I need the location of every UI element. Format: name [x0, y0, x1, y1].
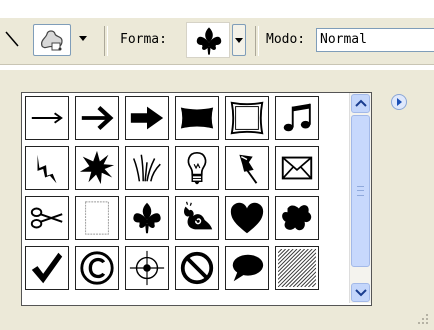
- forma-dropdown-button[interactable]: [232, 24, 246, 56]
- separator: [255, 26, 259, 56]
- shape-frame[interactable]: [225, 96, 269, 140]
- shape-blank-paper[interactable]: [75, 196, 119, 240]
- panel-menu-icon[interactable]: [391, 94, 407, 110]
- music-notes-icon: [283, 103, 311, 132]
- heart-icon: [230, 202, 264, 234]
- no-symbol-icon: [180, 251, 214, 285]
- arrow-bold-icon: [130, 106, 164, 130]
- shape-heart[interactable]: [225, 196, 269, 240]
- shape-diagonal-hatch[interactable]: [275, 246, 319, 290]
- scroll-up-button[interactable]: [351, 94, 370, 113]
- forma-preview[interactable]: [186, 22, 230, 58]
- checkmark-icon: [31, 252, 63, 284]
- options-toolbar: Forma: Modo: Normal: [0, 18, 434, 65]
- splat-icon: [282, 205, 312, 231]
- shape-arrow-thin[interactable]: [25, 96, 69, 140]
- shape-music-notes[interactable]: [275, 96, 319, 140]
- lightbulb-icon: [187, 151, 207, 185]
- chevron-down-icon: [355, 289, 367, 297]
- blank-paper-icon: [85, 201, 109, 235]
- fleur-de-lis-icon: [196, 27, 222, 55]
- shape-speech-bubble[interactable]: [225, 246, 269, 290]
- crosshair-icon: [129, 250, 165, 286]
- shape-banner[interactable]: [175, 96, 219, 140]
- diagonal-hatch-icon: [278, 249, 316, 287]
- shape-arrow-bold[interactable]: [125, 96, 169, 140]
- shape-thumbtack[interactable]: [225, 146, 269, 190]
- starburst-icon: [79, 150, 115, 185]
- envelope-icon: [281, 156, 313, 180]
- grass-icon: [132, 154, 161, 182]
- shape-grid: [21, 92, 372, 306]
- shape-splat[interactable]: [275, 196, 319, 240]
- shape-snail[interactable]: [175, 196, 219, 240]
- chevron-down-icon[interactable]: [79, 36, 87, 41]
- shape-grass[interactable]: [125, 146, 169, 190]
- shape-envelope[interactable]: [275, 146, 319, 190]
- arrow-medium-icon: [81, 105, 114, 131]
- shape-lightning[interactable]: [25, 146, 69, 190]
- snail-icon: [184, 201, 213, 230]
- fleur-de-lis-icon: [133, 202, 161, 234]
- shape-picker-panel: [0, 70, 434, 330]
- shape-fleur-de-lis[interactable]: [125, 196, 169, 240]
- thumbtack-icon: [239, 154, 258, 184]
- shape-grid-scrollbar[interactable]: [349, 93, 371, 303]
- frame-icon: [230, 101, 264, 135]
- copyright-icon: [80, 251, 114, 285]
- grip-icon: [357, 186, 364, 196]
- resize-grip-icon[interactable]: [412, 312, 430, 328]
- lightning-icon: [37, 154, 57, 184]
- arrow-thin-icon: [31, 112, 63, 124]
- shape-copyright[interactable]: [75, 246, 119, 290]
- scissors-icon: [30, 207, 63, 229]
- forma-label: Forma:: [120, 32, 167, 47]
- custom-shape-icon: [41, 30, 63, 51]
- shape-checkmark[interactable]: [25, 246, 69, 290]
- shape-arrow-medium[interactable]: [75, 96, 119, 140]
- speech-bubble-icon: [232, 254, 264, 282]
- scroll-thumb[interactable]: [351, 115, 370, 267]
- separator: [104, 26, 108, 56]
- shape-lightbulb[interactable]: [175, 146, 219, 190]
- line-tool-icon[interactable]: [4, 28, 24, 48]
- shape-no-symbol[interactable]: [175, 246, 219, 290]
- shape-scissors[interactable]: [25, 196, 69, 240]
- banner-icon: [180, 107, 214, 129]
- custom-shape-tool-button[interactable]: [33, 24, 71, 56]
- scroll-down-button[interactable]: [351, 283, 370, 302]
- modo-label: Modo:: [266, 32, 306, 47]
- shape-crosshair[interactable]: [125, 246, 169, 290]
- modo-select[interactable]: Normal: [316, 28, 434, 52]
- shape-starburst[interactable]: [75, 146, 119, 190]
- chevron-up-icon: [355, 99, 367, 107]
